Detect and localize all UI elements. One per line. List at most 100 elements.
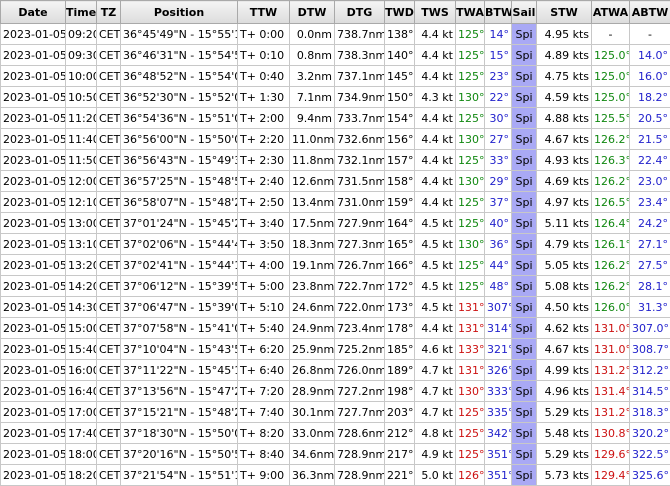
position-cell: 37°01'24"N - 15°45'28"W [121, 213, 238, 234]
btw-cell: 342° [485, 423, 512, 444]
tz-cell: CET [97, 276, 121, 297]
dtg-cell: 727.7nm [335, 402, 385, 423]
table-row[interactable]: 2023-01-0510:00CET36°48'52"N - 15°54'01"… [1, 66, 670, 87]
table-row[interactable]: 2023-01-0510:50CET36°52'30"N - 15°52'08"… [1, 87, 670, 108]
atwa-cell: 126.2° [592, 255, 630, 276]
date-cell: 2023-01-05 [1, 129, 66, 150]
dtg-cell: 731.0nm [335, 192, 385, 213]
column-header-tz[interactable]: TZ [97, 1, 121, 24]
table-row[interactable]: 2023-01-0511:40CET36°56'00"N - 15°50'02"… [1, 129, 670, 150]
tz-cell: CET [97, 318, 121, 339]
abtw-cell: 16.0° [630, 66, 670, 87]
table-row[interactable]: 2023-01-0515:00CET37°07'58"N - 15°41'07"… [1, 318, 670, 339]
ttw-cell: T+ 2:00 [238, 108, 290, 129]
twa-cell: 125° [456, 108, 485, 129]
table-row[interactable]: 2023-01-0518:00CET37°20'16"N - 15°50'53"… [1, 444, 670, 465]
table-row[interactable]: 2023-01-0512:00CET36°57'25"N - 15°48'59"… [1, 171, 670, 192]
ttw-cell: T+ 2:50 [238, 192, 290, 213]
position-cell: 37°13'56"N - 15°47'27"W [121, 381, 238, 402]
twa-cell: 131° [456, 318, 485, 339]
btw-cell: 307° [485, 297, 512, 318]
column-header-date[interactable]: Date [1, 1, 66, 24]
twd-cell: 189° [385, 360, 415, 381]
table-row[interactable]: 2023-01-0509:20CET36°45'49"N - 15°55'11"… [1, 24, 670, 45]
table-row[interactable]: 2023-01-0516:00CET37°11'22"N - 15°45'14"… [1, 360, 670, 381]
table-row[interactable]: 2023-01-0514:20CET37°06'12"N - 15°39'50"… [1, 276, 670, 297]
column-header-time[interactable]: Time [66, 1, 97, 24]
btw-cell: 333° [485, 381, 512, 402]
ttw-cell: T+ 3:40 [238, 213, 290, 234]
table-row[interactable]: 2023-01-0516:40CET37°13'56"N - 15°47'27"… [1, 381, 670, 402]
twd-cell: 157° [385, 150, 415, 171]
abtw-cell: 308.7° [630, 339, 670, 360]
ttw-cell: T+ 7:20 [238, 381, 290, 402]
table-row[interactable]: 2023-01-0511:20CET36°54'36"N - 15°51'05"… [1, 108, 670, 129]
abtw-cell: 325.6° [630, 465, 670, 486]
column-header-sail[interactable]: Sail [512, 1, 537, 24]
twa-cell: 125° [456, 402, 485, 423]
btw-cell: 321° [485, 339, 512, 360]
table-row[interactable]: 2023-01-0515:40CET37°10'04"N - 15°43'56"… [1, 339, 670, 360]
ttw-cell: T+ 5:40 [238, 318, 290, 339]
atwa-cell: 125.0° [592, 45, 630, 66]
twa-cell: 126° [456, 465, 485, 486]
table-row[interactable]: 2023-01-0517:00CET37°15'21"N - 15°48'23"… [1, 402, 670, 423]
column-header-twd[interactable]: TWD [385, 1, 415, 24]
date-cell: 2023-01-05 [1, 465, 66, 486]
column-header-ttw[interactable]: TTW [238, 1, 290, 24]
table-row[interactable]: 2023-01-0511:50CET36°56'43"N - 15°49'34"… [1, 150, 670, 171]
tz-cell: CET [97, 129, 121, 150]
date-cell: 2023-01-05 [1, 192, 66, 213]
twa-cell: 130° [456, 381, 485, 402]
tws-cell: 4.5 kt [415, 276, 456, 297]
tws-cell: 4.7 kt [415, 402, 456, 423]
tz-cell: CET [97, 402, 121, 423]
sail-cell: Spi [512, 255, 537, 276]
column-header-dtg[interactable]: DTG [335, 1, 385, 24]
atwa-cell: 130.8° [592, 423, 630, 444]
stw-cell: 4.97 kts [537, 192, 592, 213]
dtw-cell: 12.6nm [290, 171, 335, 192]
tz-cell: CET [97, 66, 121, 87]
atwa-cell: 126.3° [592, 150, 630, 171]
table-row[interactable]: 2023-01-0517:40CET37°18'30"N - 15°50'09"… [1, 423, 670, 444]
column-header-atwa[interactable]: ATWA [592, 1, 630, 24]
position-cell: 37°20'16"N - 15°50'53"W [121, 444, 238, 465]
date-cell: 2023-01-05 [1, 87, 66, 108]
position-cell: 36°46'31"N - 15°54'57"W [121, 45, 238, 66]
table-row[interactable]: 2023-01-0514:30CET37°06'47"N - 15°39'08"… [1, 297, 670, 318]
table-row[interactable]: 2023-01-0509:30CET36°46'31"N - 15°54'57"… [1, 45, 670, 66]
column-header-abtw[interactable]: ABTW [630, 1, 670, 24]
stw-cell: 4.79 kts [537, 234, 592, 255]
dtw-cell: 33.0nm [290, 423, 335, 444]
column-header-tws[interactable]: TWS [415, 1, 456, 24]
column-header-twa[interactable]: TWA [456, 1, 485, 24]
twd-cell: 173° [385, 297, 415, 318]
column-header-dtw[interactable]: DTW [290, 1, 335, 24]
sail-cell: Spi [512, 171, 537, 192]
date-cell: 2023-01-05 [1, 108, 66, 129]
atwa-cell: 125.0° [592, 66, 630, 87]
abtw-cell: 307.0° [630, 318, 670, 339]
abtw-cell: 322.5° [630, 444, 670, 465]
column-header-position[interactable]: Position [121, 1, 238, 24]
sail-cell: Spi [512, 66, 537, 87]
table-row[interactable]: 2023-01-0518:20CET37°21'54"N - 15°51'12"… [1, 465, 670, 486]
column-header-stw[interactable]: STW [537, 1, 592, 24]
ttw-cell: T+ 8:40 [238, 444, 290, 465]
table-row[interactable]: 2023-01-0513:10CET37°02'06"N - 15°44'45"… [1, 234, 670, 255]
ttw-cell: T+ 0:40 [238, 66, 290, 87]
table-row[interactable]: 2023-01-0512:10CET36°58'07"N - 15°48'24"… [1, 192, 670, 213]
position-cell: 37°06'12"N - 15°39'50"W [121, 276, 238, 297]
btw-cell: 15° [485, 45, 512, 66]
abtw-cell: 14.0° [630, 45, 670, 66]
position-cell: 37°07'58"N - 15°41'07"W [121, 318, 238, 339]
column-header-btw[interactable]: BTW [485, 1, 512, 24]
date-cell: 2023-01-05 [1, 234, 66, 255]
ttw-cell: T+ 2:30 [238, 150, 290, 171]
table-row[interactable]: 2023-01-0513:20CET37°02'41"N - 15°44'10"… [1, 255, 670, 276]
date-cell: 2023-01-05 [1, 444, 66, 465]
sail-cell: Spi [512, 129, 537, 150]
time-cell: 15:00 [66, 318, 97, 339]
table-row[interactable]: 2023-01-0513:00CET37°01'24"N - 15°45'28"… [1, 213, 670, 234]
